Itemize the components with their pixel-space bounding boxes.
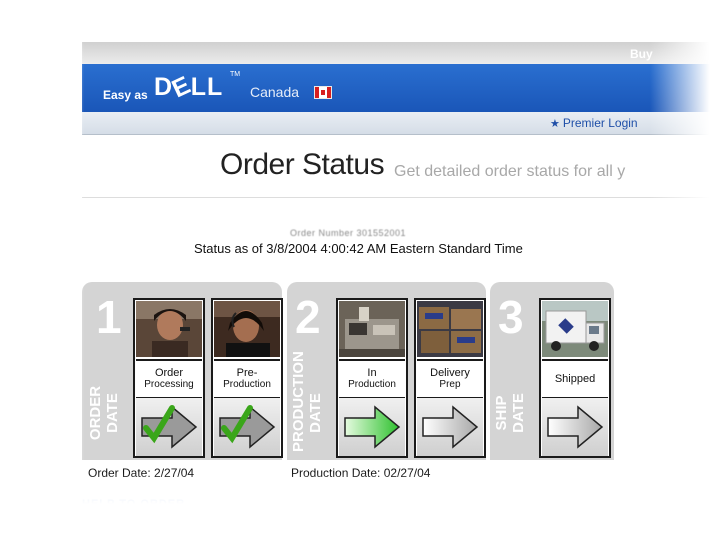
step-indicator xyxy=(214,398,280,456)
dell-boxes-photo xyxy=(417,301,483,357)
order-date: Order Date: 2/27/04 xyxy=(88,466,195,480)
page-subtitle: Get detailed order status for all y xyxy=(394,163,626,180)
premier-login-label: Premier Login xyxy=(562,116,638,130)
sub-navigation-bar: ★ Premier Login xyxy=(82,112,720,135)
title-divider xyxy=(82,197,720,198)
stage-number: 2 xyxy=(295,291,321,343)
step-indicator xyxy=(542,398,608,456)
status-timestamp: Status as of 3/8/2004 4:00:42 AM Eastern… xyxy=(194,241,523,256)
canada-flag-icon[interactable] xyxy=(314,86,332,99)
step-shipped: Shipped xyxy=(539,298,611,458)
grey-arrow-icon xyxy=(547,405,604,449)
step-label: Shipped xyxy=(542,359,608,399)
factory-photo xyxy=(339,301,405,357)
buy-link[interactable]: Buy xyxy=(630,47,653,61)
step-delivery-prep: Delivery Prep xyxy=(414,298,486,458)
stage-label: PRODUCTION DATE xyxy=(290,351,324,452)
step-label: Delivery Prep xyxy=(417,359,483,399)
premier-login-link[interactable]: ★ Premier Login xyxy=(550,116,638,130)
step-pre-production: Pre- Production xyxy=(211,298,283,458)
green-arrow-icon xyxy=(344,405,401,449)
step-order-processing: Order Processing xyxy=(133,298,205,458)
browser-viewport: Buy Easy as DELL TM Canada ★ Premier Logi… xyxy=(70,42,720,512)
step-indicator xyxy=(136,398,202,456)
grey-arrow-icon xyxy=(422,405,479,449)
step-label: Order Processing xyxy=(136,359,202,399)
customer-service-photo xyxy=(136,301,202,357)
headset-agent-photo xyxy=(214,301,280,357)
dell-logo[interactable]: DELL xyxy=(154,71,223,104)
stage-number: 3 xyxy=(498,291,524,343)
stage-label: ORDER DATE xyxy=(87,385,121,441)
delivery-truck-photo xyxy=(542,301,608,357)
page-title: Order Status xyxy=(220,148,385,181)
production-date: Production Date: 02/27/04 xyxy=(291,466,431,480)
country-label: Canada xyxy=(250,84,300,100)
step-in-production: In Production xyxy=(336,298,408,458)
order-number: Order Number 301552001 xyxy=(290,228,407,238)
top-utility-bar: Buy xyxy=(82,42,720,64)
stage-label: SHIP DATE xyxy=(493,393,527,433)
step-indicator xyxy=(417,398,483,456)
header-banner: Easy as DELL TM Canada xyxy=(82,64,720,112)
stage-number: 1 xyxy=(96,291,122,343)
trademark-mark: TM xyxy=(230,71,241,78)
step-label: Pre- Production xyxy=(214,359,280,399)
step-label: In Production xyxy=(339,359,405,399)
tagline: Easy as xyxy=(103,88,148,102)
help-to-order-link[interactable]: HELP TO ORDER xyxy=(82,498,185,510)
star-icon: ★ xyxy=(550,118,560,130)
step-indicator xyxy=(339,398,405,456)
